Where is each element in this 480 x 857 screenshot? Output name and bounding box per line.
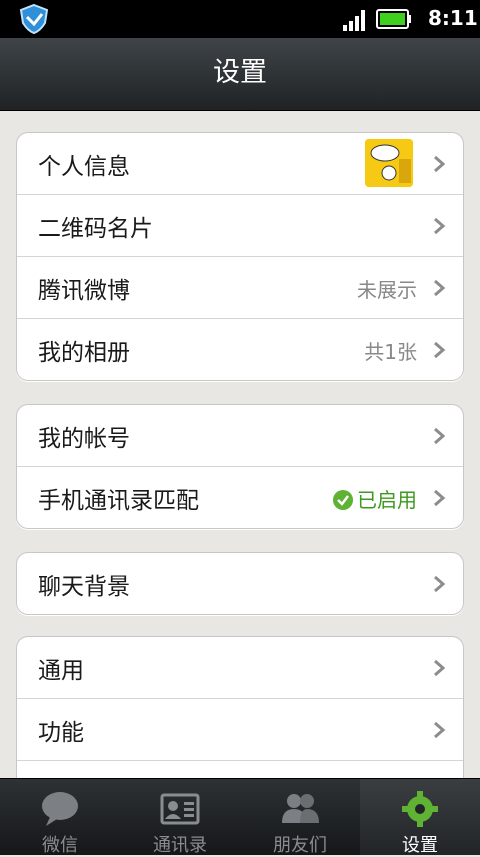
chevron-right-icon [434,279,445,297]
chevron-right-icon [434,217,445,235]
row-label: 我的相册 [38,340,130,366]
chat-bubble-icon [42,792,78,826]
page-title: 设置 [0,38,480,111]
status-bar: 8:11 [0,0,480,38]
row-personal-info[interactable]: 个人信息 [17,133,463,194]
row-label: 功能 [38,720,84,746]
row-value: 未展示 [357,278,417,302]
row-label: 个人信息 [38,154,130,180]
chevron-right-icon [434,489,445,507]
chevron-right-icon [434,721,445,739]
row-label: 二维码名片 [38,216,153,242]
check-circle-icon [333,490,353,510]
bottom-tab-bar: 微信 通讯录 朋友们 设置 [0,778,480,856]
tab-label: 设置 [402,835,438,856]
tab-wechat[interactable]: 微信 [0,779,120,856]
chevron-right-icon [434,341,445,359]
gear-icon [402,791,438,827]
row-general[interactable]: 通用 [17,637,463,698]
chevron-right-icon [434,155,445,173]
tab-contacts[interactable]: 通讯录 [120,779,240,856]
row-label: 聊天背景 [38,574,130,600]
row-label: 我的帐号 [38,426,130,452]
row-qr-card[interactable]: 二维码名片 [17,194,463,256]
row-features[interactable]: 功能 [17,698,463,760]
tab-label: 微信 [42,835,78,856]
row-value: 共1张 [364,340,417,364]
chevron-right-icon [434,659,445,677]
shield-icon [19,3,49,35]
battery-icon [376,9,411,29]
row-value: 已启用 [357,488,417,512]
avatar [365,139,413,187]
clock: 8:11 [428,6,478,30]
tab-label: 朋友们 [273,835,327,856]
row-my-account[interactable]: 我的帐号 [17,405,463,466]
chevron-right-icon [434,575,445,593]
tab-label: 通讯录 [153,835,207,856]
signal-icon [343,10,365,31]
chevron-right-icon [434,427,445,445]
settings-group-chat: 聊天背景 [16,552,464,615]
row-label: 通用 [38,658,84,684]
row-tencent-weibo[interactable]: 腾讯微博 未展示 [17,256,463,318]
row-my-album[interactable]: 我的相册 共1张 [17,318,463,380]
tab-friends[interactable]: 朋友们 [240,779,360,856]
row-contacts-match[interactable]: 手机通讯录匹配 已启用 [17,466,463,528]
row-label: 腾讯微博 [38,278,130,304]
contact-card-icon [160,793,200,825]
status-badge: 已启用 [333,484,417,513]
friends-icon [282,794,319,823]
row-label: 手机通讯录匹配 [38,488,199,514]
settings-group-general: 通用 功能 [16,636,464,797]
settings-group-account: 我的帐号 手机通讯录匹配 已启用 [16,404,464,529]
tab-settings[interactable]: 设置 [360,779,480,856]
row-chat-background[interactable]: 聊天背景 [17,553,463,614]
settings-group-profile: 个人信息 二维码名片 腾讯微博 未展示 我的相册 共1张 [16,132,464,381]
